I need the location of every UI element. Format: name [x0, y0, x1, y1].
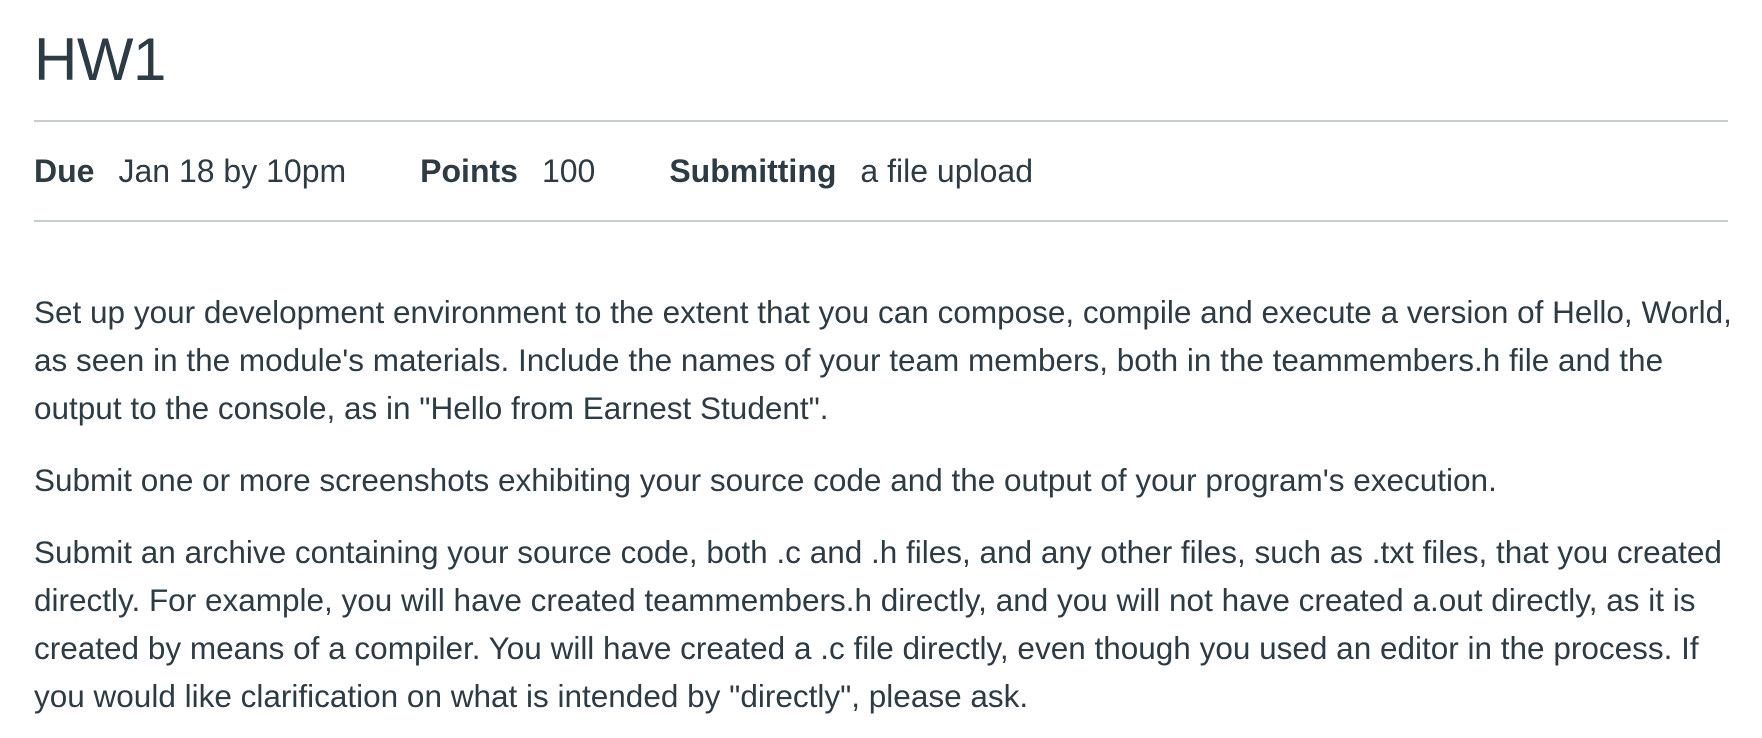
description-paragraph-screenshots: Submit one or more screenshots exhibitin… [34, 462, 1497, 498]
points-detail: Points 100 [420, 153, 595, 190]
points-value: 100 [541, 152, 596, 189]
description-paragraph-setup: Set up your development environment to t… [34, 294, 1732, 426]
submitting-label: Submitting [669, 152, 837, 189]
assignment-page: HW1 Due Jan 18 by 10pm Points 100 Submit… [0, 0, 1762, 738]
submitting-detail: Submitting a file upload [669, 153, 1033, 190]
submitting-value: a file upload [860, 152, 1033, 189]
assignment-description: Set up your development environment to t… [34, 222, 1734, 720]
assignment-title: HW1 [34, 26, 166, 93]
description-paragraph-archive: Submit an archive containing your source… [34, 534, 1722, 714]
due-detail: Due Jan 18 by 10pm [34, 153, 346, 190]
due-value: Jan 18 by 10pm [118, 152, 347, 189]
points-label: Points [420, 152, 518, 189]
assignment-details: Due Jan 18 by 10pm Points 100 Submitting… [34, 122, 1728, 220]
due-label: Due [34, 152, 95, 189]
